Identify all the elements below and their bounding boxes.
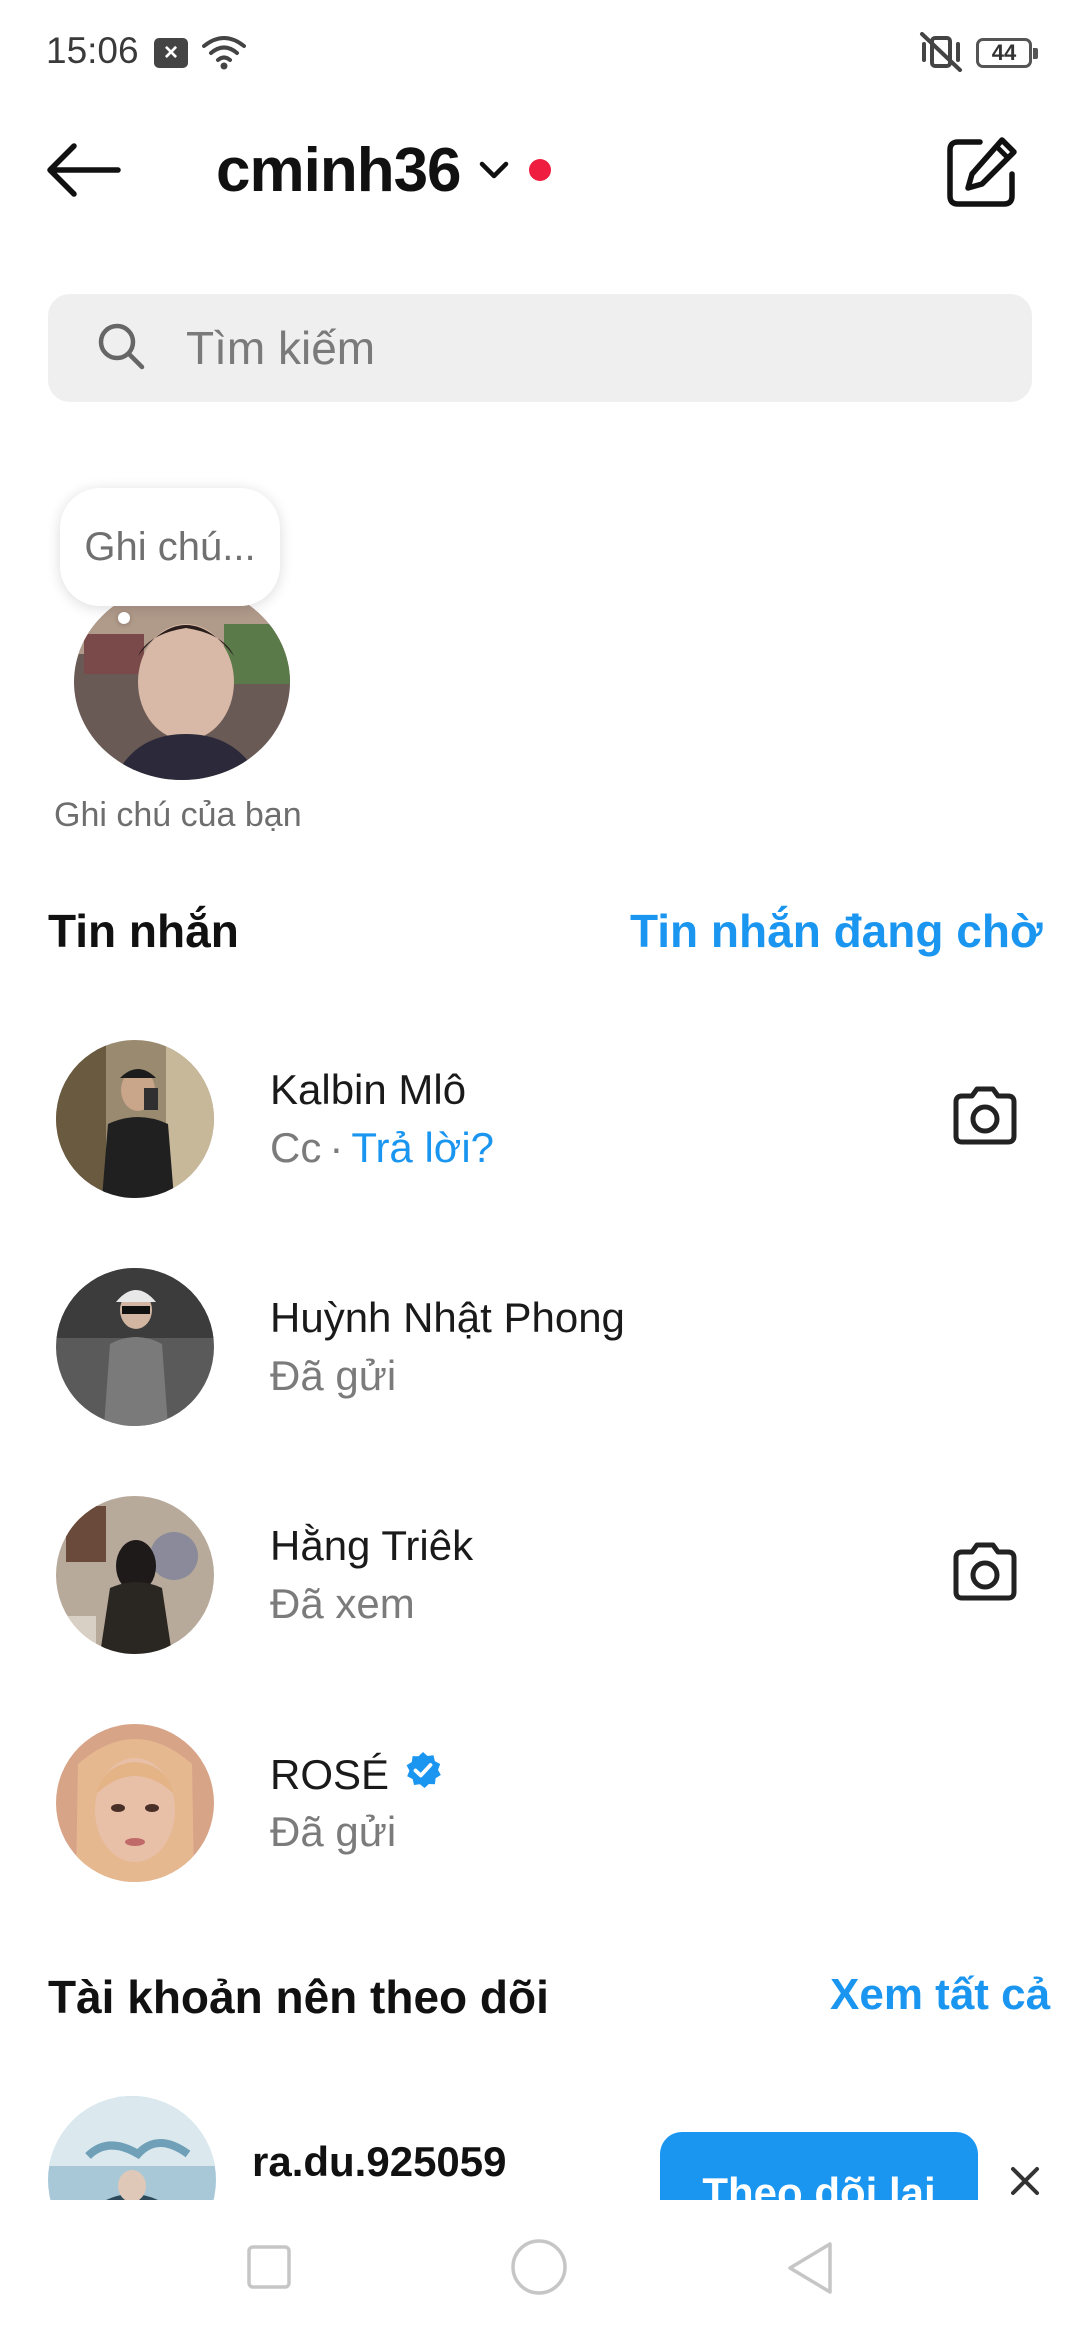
- thread-name: Hằng Triêk: [270, 1522, 473, 1570]
- note-caption: Ghi chú của bạn: [54, 796, 302, 834]
- username-title: cminh36: [216, 135, 462, 205]
- thread-item[interactable]: Huỳnh Nhật Phong Đã gửi: [0, 1238, 1080, 1438]
- account-switcher[interactable]: cminh36: [216, 130, 551, 210]
- thread-name-text: Huỳnh Nhật Phong: [270, 1294, 625, 1341]
- search-icon: [96, 321, 146, 376]
- reply-link[interactable]: Trả lời?: [351, 1124, 494, 1171]
- unread-dot: [528, 159, 551, 181]
- thread-status: Cc · Trả lời?: [270, 1124, 494, 1172]
- thread-status: Đã gửi: [270, 1352, 397, 1399]
- x-box-icon: ×: [154, 38, 188, 68]
- system-nav-bar: [0, 2200, 1080, 2338]
- thread-name-text: Hằng Triêk: [270, 1522, 474, 1569]
- header: cminh36: [0, 120, 1080, 220]
- wifi-icon: [202, 34, 246, 75]
- status-bar: 15:06 × 44: [0, 0, 1080, 110]
- thread-item[interactable]: Kalbin Mlô Cc · Trả lời?: [0, 1010, 1080, 1210]
- thread-status: Đã gửi: [270, 1808, 397, 1855]
- thread-name-text: Kalbin Mlô: [270, 1066, 467, 1113]
- thread-name: Huỳnh Nhật Phong: [270, 1294, 625, 1342]
- circle-icon[interactable]: [510, 2238, 568, 2301]
- camera-icon[interactable]: [950, 1540, 1020, 1607]
- direct-inbox-screen: 15:06 × 44 cminh36 Tìm kiếm Ghi chú... G…: [0, 0, 1080, 2338]
- battery-indicator: 44: [976, 38, 1038, 68]
- search-bar[interactable]: [48, 294, 1032, 402]
- square-icon[interactable]: [246, 2244, 292, 2295]
- thread-name-text: ROSÉ: [270, 1751, 390, 1798]
- arrow-left-icon[interactable]: [46, 142, 122, 203]
- status-separator: ·: [329, 1124, 344, 1171]
- note-bubble[interactable]: Ghi chú...: [60, 488, 280, 606]
- avatar: [56, 1496, 214, 1654]
- thread-status-text: Cc: [270, 1124, 322, 1171]
- message-requests-link[interactable]: Tin nhắn đang chờ: [630, 904, 1043, 958]
- search-input[interactable]: [184, 320, 948, 376]
- compose-icon[interactable]: [944, 134, 1020, 215]
- avatar: [48, 2096, 216, 2216]
- thread-status: Đã xem: [270, 1580, 415, 1627]
- thread-name: Kalbin Mlô: [270, 1066, 466, 1114]
- thread-item[interactable]: Hằng Triêk Đã xem: [0, 1466, 1080, 1666]
- my-note-avatar[interactable]: [74, 584, 290, 780]
- chevron-down-icon: [479, 161, 509, 186]
- suggested-username: ra.du.925059: [252, 2138, 507, 2185]
- close-icon[interactable]: [1010, 2166, 1040, 2201]
- verified-badge-icon: [403, 1750, 443, 1800]
- triangle-back-icon[interactable]: [784, 2240, 836, 2301]
- see-all-link[interactable]: Xem tất cả: [830, 1970, 1050, 2020]
- thread-name: ROSÉ: [270, 1750, 443, 1800]
- thread-item[interactable]: ROSÉ Đã gửi: [0, 1694, 1080, 1894]
- status-time: 15:06: [46, 30, 139, 71]
- avatar: [56, 1724, 214, 1882]
- avatar: [56, 1040, 214, 1198]
- camera-icon[interactable]: [950, 1084, 1020, 1151]
- note-bubble-tail: [118, 612, 130, 624]
- suggested-account-row[interactable]: ra.du.925059 Ra Du Theo dõi lại: [0, 2096, 1080, 2216]
- messages-heading: Tin nhắn: [48, 905, 239, 957]
- avatar: [56, 1268, 214, 1426]
- vibrate-off-icon: [918, 32, 964, 77]
- suggested-heading: Tài khoản nên theo dõi: [48, 1971, 549, 2023]
